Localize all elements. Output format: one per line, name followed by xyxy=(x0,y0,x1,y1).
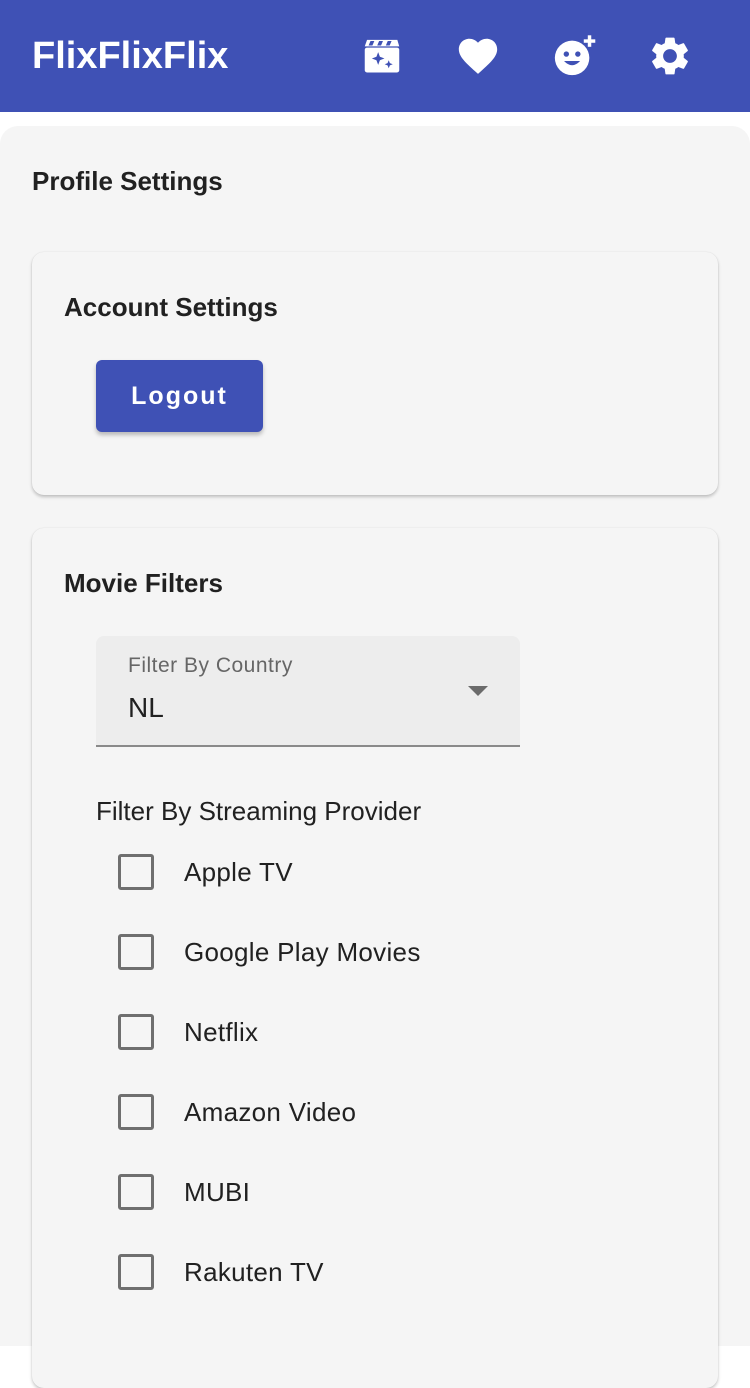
movie-sparkle-icon[interactable] xyxy=(356,30,408,82)
page-title: Profile Settings xyxy=(32,166,223,196)
account-settings-card: Account Settings Logout xyxy=(32,252,718,495)
provider-item-rakuten-tv[interactable]: Rakuten TV xyxy=(118,1254,678,1334)
checkbox-amazon-video[interactable] xyxy=(118,1094,154,1130)
provider-label: Rakuten TV xyxy=(184,1257,324,1287)
country-select-label: Filter By Country xyxy=(128,654,293,677)
provider-item-netflix[interactable]: Netflix xyxy=(118,1014,678,1094)
checkbox-rakuten-tv[interactable] xyxy=(118,1254,154,1290)
provider-item-apple-tv[interactable]: Apple TV xyxy=(118,854,678,934)
provider-item-amazon-video[interactable]: Amazon Video xyxy=(118,1094,678,1174)
provider-label: Amazon Video xyxy=(184,1097,357,1127)
provider-item-mubi[interactable]: MUBI xyxy=(118,1174,678,1254)
provider-item-google-play-movies[interactable]: Google Play Movies xyxy=(118,934,678,1014)
app-title: FlixFlixFlix xyxy=(32,34,229,77)
checkbox-netflix[interactable] xyxy=(118,1014,154,1050)
checkbox-apple-tv[interactable] xyxy=(118,854,154,890)
provider-label: Netflix xyxy=(184,1017,259,1047)
movie-filters-card: Movie Filters Filter By Country NL Filte… xyxy=(32,528,718,1388)
settings-sheet: Profile Settings Account Settings Logout… xyxy=(0,126,750,1388)
account-settings-title: Account Settings xyxy=(64,292,278,322)
gear-icon[interactable] xyxy=(644,30,696,82)
heart-icon[interactable] xyxy=(452,30,504,82)
provider-label: Apple TV xyxy=(184,857,293,887)
logout-button[interactable]: Logout xyxy=(96,360,263,432)
provider-label: MUBI xyxy=(184,1177,251,1207)
checkbox-google-play-movies[interactable] xyxy=(118,934,154,970)
app-bar: FlixFlixFlix xyxy=(0,0,750,112)
providers-heading: Filter By Streaming Provider xyxy=(96,796,422,826)
dropdown-arrow-icon xyxy=(468,686,488,696)
country-select[interactable]: Filter By Country NL xyxy=(96,636,520,747)
country-select-value: NL xyxy=(128,692,164,723)
provider-list: Apple TV Google Play Movies Netflix Amaz… xyxy=(118,854,678,1334)
checkbox-mubi[interactable] xyxy=(118,1174,154,1210)
provider-label: Google Play Movies xyxy=(184,937,421,967)
add-reaction-icon[interactable] xyxy=(548,30,600,82)
movie-filters-title: Movie Filters xyxy=(64,568,223,598)
